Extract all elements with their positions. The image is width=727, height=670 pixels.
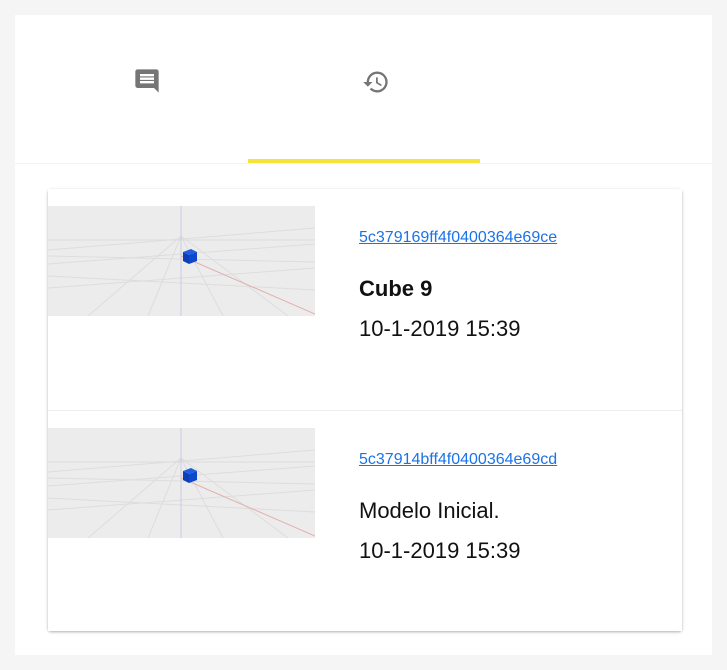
tab-comments[interactable] (15, 15, 247, 165)
commit-message: Modelo Inicial. (359, 498, 500, 523)
commit-card: 5c37914bff4f0400364e69cd Modelo Inicial.… (48, 410, 682, 631)
commit-list: 5c379169ff4f0400364e69ce Cube 9 10-1-201… (48, 189, 682, 631)
model-thumbnail (48, 206, 315, 316)
model-thumbnail (48, 428, 315, 538)
blue-cube (183, 468, 197, 483)
commit-timestamp: 10-1-2019 15:39 (359, 538, 521, 563)
commit-timestamp: 10-1-2019 15:39 (359, 316, 521, 341)
commit-card: 5c379169ff4f0400364e69ce Cube 9 10-1-201… (48, 189, 682, 410)
commit-message: Cube 9 (359, 276, 433, 301)
history-panel: 5c379169ff4f0400364e69ce Cube 9 10-1-201… (15, 15, 712, 655)
commit-id-link[interactable]: 5c37914bff4f0400364e69cd (359, 450, 669, 470)
blue-cube (183, 249, 197, 264)
comment-icon (133, 67, 161, 95)
history-icon (362, 68, 390, 96)
commit-id-link[interactable]: 5c379169ff4f0400364e69ce (359, 228, 669, 248)
divider (15, 163, 712, 164)
commit-info: 5c379169ff4f0400364e69ce Cube 9 10-1-201… (359, 228, 669, 343)
tab-bar (15, 15, 712, 165)
tab-history[interactable] (248, 15, 480, 165)
commit-info: 5c37914bff4f0400364e69cd Modelo Inicial.… (359, 450, 669, 565)
